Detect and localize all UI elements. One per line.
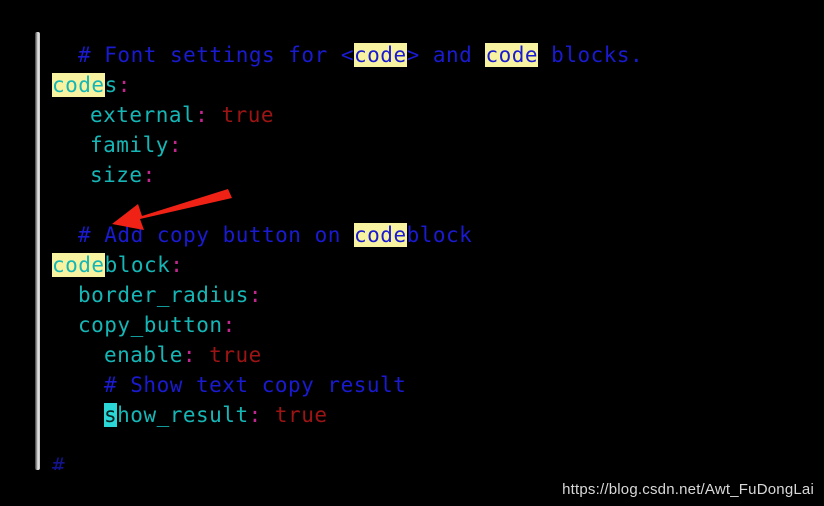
line-12-show-result-seg-0[interactable]: s xyxy=(104,403,118,427)
line-1-comment-font-settings-seg-1: code xyxy=(354,43,407,67)
line-7-codeblock-key-seg-1: block xyxy=(104,253,171,277)
line-2-codes-key-seg-2: : xyxy=(117,73,131,97)
line-1-comment-font-settings-seg-2: > and xyxy=(406,43,486,67)
watermark-url: https://blog.csdn.net/Awt_FuDongLai xyxy=(562,481,814,498)
line-6-comment-add-copy-button-seg-2: block xyxy=(406,223,473,247)
line-7-codeblock-key[interactable]: codeblock: xyxy=(52,250,183,280)
line-3-external-seg-3: true xyxy=(221,103,275,127)
line-12-show-result-seg-4: true xyxy=(274,403,328,427)
line-2-codes-key[interactable]: codes: xyxy=(52,70,131,100)
line-9-copy-button-seg-1: : xyxy=(222,313,236,337)
line-10-enable[interactable]: enable: true xyxy=(104,340,262,370)
line-8-border-radius-seg-1: : xyxy=(248,283,263,307)
line-7-codeblock-key-seg-0: code xyxy=(52,253,105,277)
line-11-comment-show-text-copy-result-seg-0: # Show text copy result xyxy=(104,373,407,397)
screenshot-root: # Font settings for <code> and code bloc… xyxy=(0,0,824,506)
line-6-comment-add-copy-button[interactable]: # Add copy button on codeblock xyxy=(78,220,472,250)
line-10-enable-seg-0: enable xyxy=(104,343,183,367)
line-9-copy-button-seg-0: copy_button xyxy=(78,313,223,337)
line-12-show-result-seg-1: how_result xyxy=(117,403,249,427)
line-4-family-seg-1: : xyxy=(168,133,183,157)
line-2-codes-key-seg-0: code xyxy=(52,73,105,97)
line-1-comment-font-settings-seg-3: code xyxy=(485,43,539,67)
line-12-show-result[interactable]: show_result: true xyxy=(104,400,327,430)
line-5-size-seg-0: size xyxy=(90,163,143,187)
line-1-comment-font-settings[interactable]: # Font settings for <code> and code bloc… xyxy=(78,40,643,70)
line-6-comment-add-copy-button-seg-1: code xyxy=(354,223,407,247)
line-12-show-result-seg-2: : xyxy=(248,403,262,427)
line-8-border-radius[interactable]: border_radius: xyxy=(78,280,262,310)
line-9-copy-button[interactable]: copy_button: xyxy=(78,310,236,340)
line-11-comment-show-text-copy-result[interactable]: # Show text copy result xyxy=(104,370,406,400)
line-4-family-seg-0: family xyxy=(90,133,169,157)
line-7-codeblock-key-seg-2: : xyxy=(170,253,184,277)
line-10-enable-seg-3: true xyxy=(209,343,262,367)
line-12-show-result-seg-3 xyxy=(262,403,275,427)
line-1-comment-font-settings-seg-4: blocks. xyxy=(538,43,644,67)
line-6-comment-add-copy-button-seg-0: # Add copy button on xyxy=(78,223,355,247)
clipped-comment-glyph: # xyxy=(52,456,65,470)
line-3-external[interactable]: external: true xyxy=(90,100,274,130)
line-8-border-radius-seg-0: border_radius xyxy=(78,283,249,307)
line-1-comment-font-settings-seg-0: # Font settings for < xyxy=(78,43,355,67)
line-2-codes-key-seg-1: s xyxy=(104,73,118,97)
code-editor-content[interactable]: # Font settings for <code> and code bloc… xyxy=(0,0,824,506)
line-3-external-seg-0: external xyxy=(90,103,196,127)
line-5-size-seg-1: : xyxy=(142,163,156,187)
line-5-size[interactable]: size: xyxy=(90,160,156,190)
line-3-external-seg-1: : xyxy=(195,103,209,127)
line-3-external-seg-2 xyxy=(208,103,221,127)
line-10-enable-seg-1: : xyxy=(182,343,197,367)
line-10-enable-seg-2 xyxy=(196,343,209,367)
line-4-family[interactable]: family: xyxy=(90,130,182,160)
